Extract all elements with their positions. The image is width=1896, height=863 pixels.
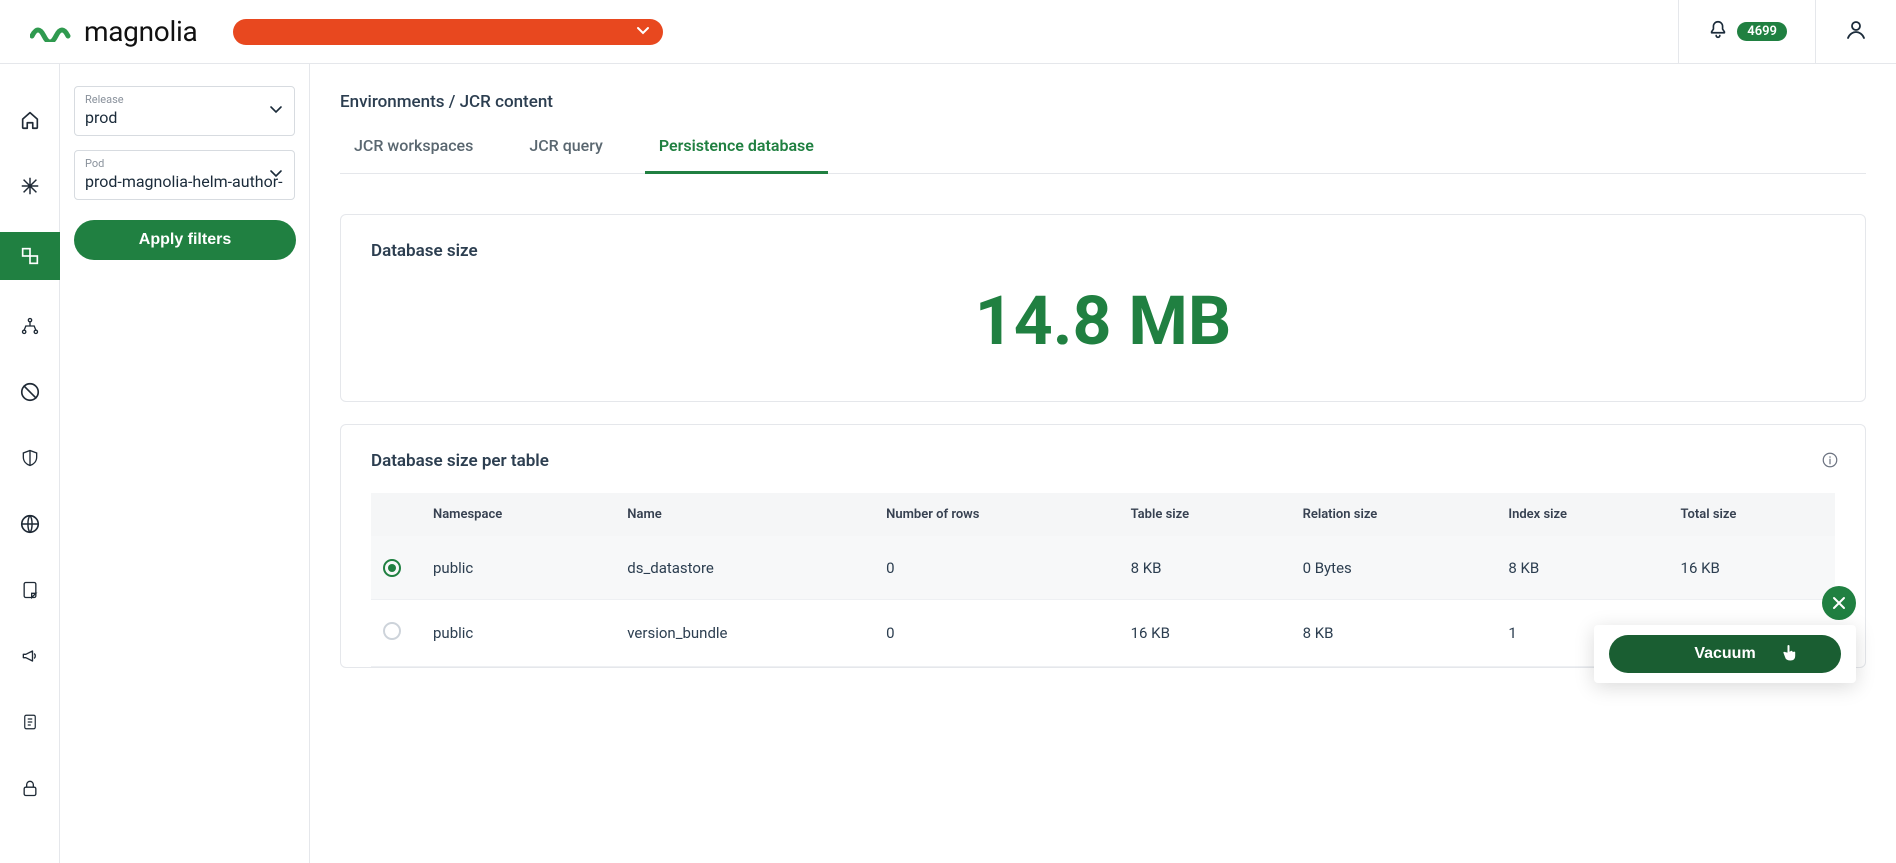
release-value: prod <box>85 108 284 127</box>
cell-name: ds_datastore <box>615 536 874 600</box>
nav-doc[interactable] <box>0 702 60 742</box>
nav-globe[interactable] <box>0 504 60 544</box>
tab-jcr-workspaces[interactable]: JCR workspaces <box>340 136 487 173</box>
left-nav-rail <box>0 64 60 863</box>
filter-sidebar: Release prod Pod prod-magnolia-helm-auth… <box>60 64 310 863</box>
bell-icon <box>1707 19 1729 45</box>
apply-filters-button[interactable]: Apply filters <box>74 220 296 260</box>
user-menu[interactable] <box>1815 0 1896 63</box>
tabs: JCR workspaces JCR query Persistence dat… <box>340 136 1866 174</box>
pod-select[interactable]: Pod prod-magnolia-helm-author- <box>74 150 295 200</box>
nav-star[interactable] <box>0 166 60 206</box>
vacuum-button[interactable]: Vacuum <box>1609 635 1841 673</box>
col-name: Name <box>615 493 874 536</box>
cell-rows: 0 <box>874 536 1118 600</box>
cell-rows: 0 <box>874 600 1118 667</box>
cell-namespace: public <box>421 536 615 600</box>
user-icon <box>1844 18 1868 46</box>
col-index-size: Index size <box>1496 493 1668 536</box>
cursor-hand-icon <box>1781 643 1799 668</box>
chevron-down-icon <box>268 165 284 185</box>
database-size-value: 14.8 MB <box>371 281 1835 361</box>
logo-mark-icon <box>30 22 76 42</box>
nav-hierarchy[interactable] <box>0 306 60 346</box>
col-table-size: Table size <box>1119 493 1291 536</box>
topbar-right: 4699 <box>1678 0 1896 63</box>
cell-total-size: 16 KB <box>1669 536 1835 600</box>
cell-relation-size: 8 KB <box>1291 600 1497 667</box>
brand-logo: magnolia <box>30 15 197 48</box>
main-content: Environments / JCR content JCR workspace… <box>310 64 1896 863</box>
notifications-count: 4699 <box>1737 22 1787 41</box>
cell-table-size: 8 KB <box>1119 536 1291 600</box>
database-size-card: Database size 14.8 MB <box>340 214 1866 402</box>
col-rows: Number of rows <box>874 493 1118 536</box>
tab-jcr-query[interactable]: JCR query <box>515 136 617 173</box>
tab-persistence-database[interactable]: Persistence database <box>645 136 828 174</box>
topbar: magnolia 4699 <box>0 0 1896 64</box>
nav-lock[interactable] <box>0 768 60 808</box>
brand-name: magnolia <box>84 15 197 48</box>
close-action-button[interactable] <box>1822 586 1856 620</box>
release-select[interactable]: Release prod <box>74 86 295 136</box>
release-label: Release <box>85 93 284 106</box>
pod-label: Pod <box>85 157 284 170</box>
cell-namespace: public <box>421 600 615 667</box>
nav-home[interactable] <box>0 100 60 140</box>
vacuum-label: Vacuum <box>1694 645 1755 663</box>
info-icon[interactable] <box>1821 451 1839 473</box>
cell-relation-size: 0 Bytes <box>1291 536 1497 600</box>
cell-table-size: 16 KB <box>1119 600 1291 667</box>
chevron-down-icon <box>635 22 651 42</box>
environment-selector[interactable] <box>233 19 663 45</box>
col-namespace: Namespace <box>421 493 615 536</box>
nav-announce[interactable] <box>0 636 60 676</box>
cell-name: version_bundle <box>615 600 874 667</box>
row-radio[interactable] <box>383 559 401 577</box>
per-table-title: Database size per table <box>371 451 1835 471</box>
pod-value: prod-magnolia-helm-author- <box>85 172 284 191</box>
nav-content[interactable] <box>0 232 60 280</box>
nav-block[interactable] <box>0 372 60 412</box>
chevron-down-icon <box>268 101 284 121</box>
database-size-title: Database size <box>371 241 1835 261</box>
table-row[interactable]: public ds_datastore 0 8 KB 0 Bytes 8 KB … <box>371 536 1835 600</box>
nav-note[interactable] <box>0 570 60 610</box>
vacuum-popup: Vacuum <box>1594 625 1856 683</box>
nav-shield[interactable] <box>0 438 60 478</box>
row-radio[interactable] <box>383 622 401 640</box>
cell-index-size: 8 KB <box>1496 536 1668 600</box>
col-total-size: Total size <box>1669 493 1835 536</box>
notifications-button[interactable]: 4699 <box>1678 0 1815 63</box>
breadcrumb: Environments / JCR content <box>340 92 1866 112</box>
col-relation-size: Relation size <box>1291 493 1497 536</box>
